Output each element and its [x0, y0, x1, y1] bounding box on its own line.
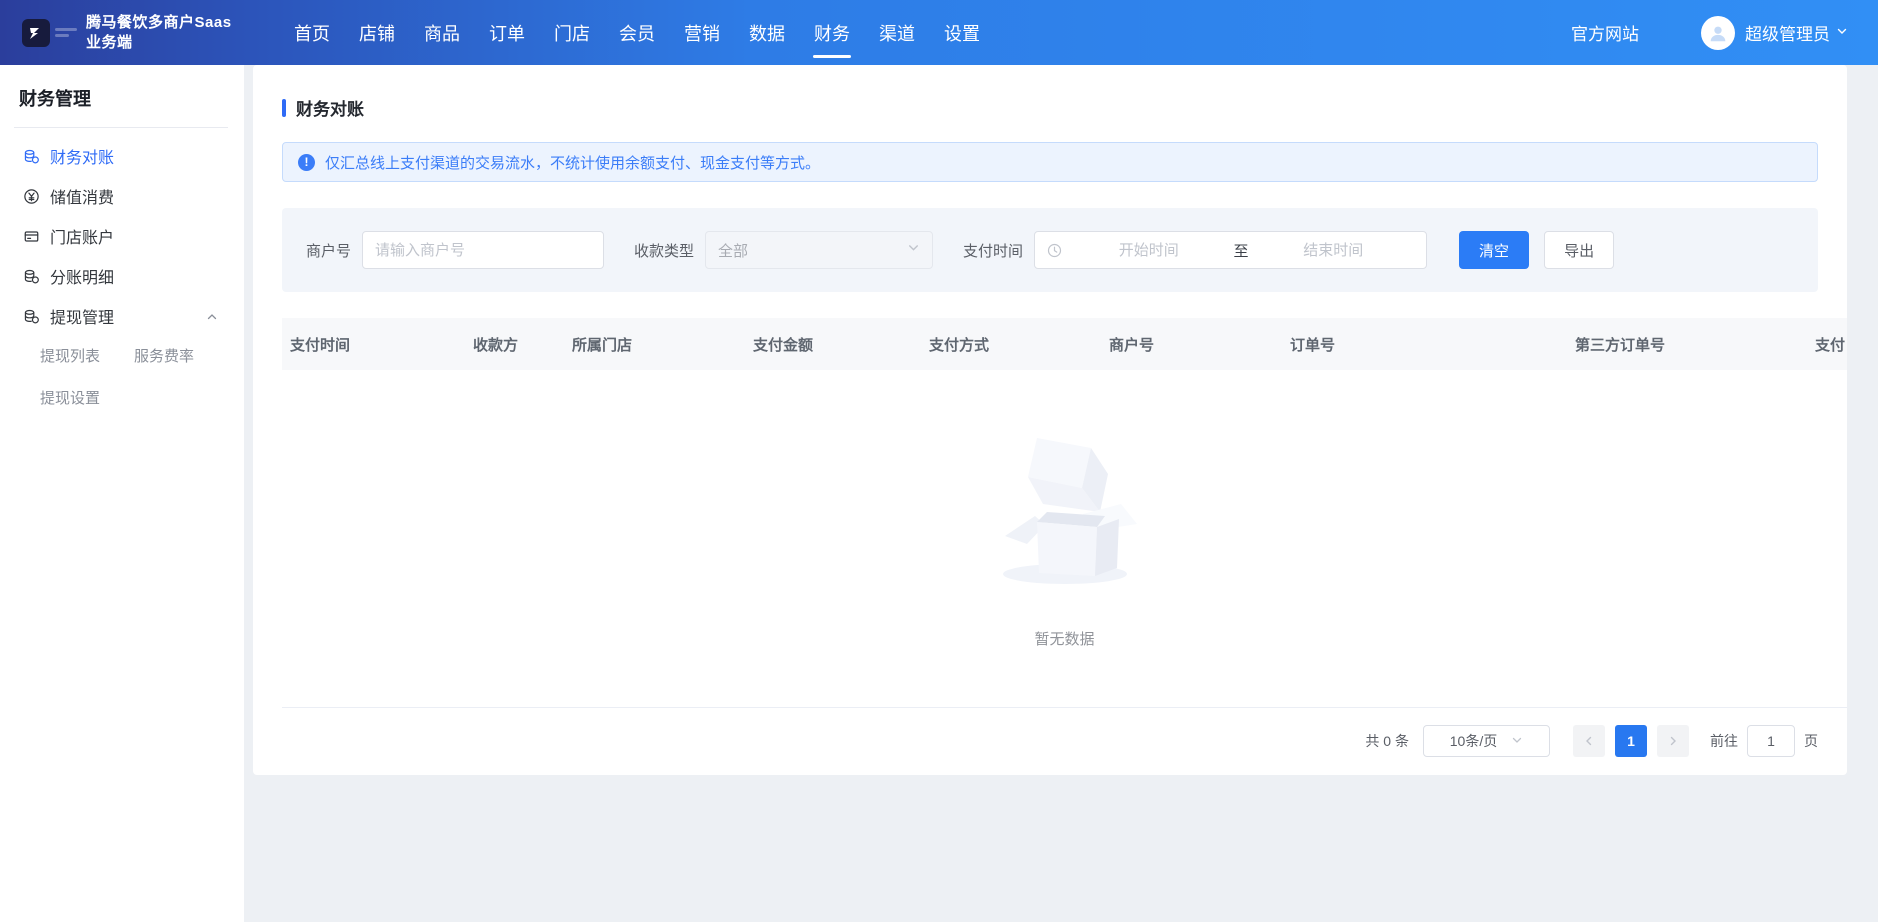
payment-type-select[interactable]: 全部 [705, 231, 933, 269]
sidebar-item-split-detail[interactable]: 分账明细 [0, 256, 244, 296]
topbar-right: 官方网站 超级管理员 [1571, 16, 1878, 50]
goto-page-input[interactable] [1747, 725, 1795, 757]
sidebar-item-stored-value[interactable]: 储值消费 [0, 176, 244, 216]
sidebar-item-label: 提现管理 [50, 304, 114, 328]
info-icon: ! [298, 154, 315, 171]
app-window: 腾马餐饮多商户Saas业务端 首页 店铺 商品 订单 门店 会员 营销 数据 财… [0, 0, 1878, 922]
stored-value-icon [23, 188, 40, 205]
user-avatar [1701, 16, 1735, 50]
payment-time-label: 支付时间 [963, 240, 1023, 261]
payment-type-label: 收款类型 [634, 240, 694, 261]
sidebar-title: 财务管理 [0, 77, 244, 127]
chevron-up-icon[interactable] [206, 310, 218, 328]
title-accent-bar [282, 99, 286, 117]
withdraw-icon [23, 308, 40, 325]
column-header-amount: 支付金额 [753, 334, 929, 355]
column-header-clipped: 支付 [1815, 334, 1847, 355]
sidebar-subitem-service-rate[interactable]: 服务费率 [134, 336, 228, 378]
ledger-icon [23, 148, 40, 165]
sidebar-item-withdraw-management[interactable]: 提现管理 [0, 296, 244, 336]
chevron-down-icon [1511, 733, 1523, 749]
sidebar-item-label: 储值消费 [50, 184, 114, 208]
sidebar-item-label: 门店账户 [50, 224, 114, 248]
sidebar: 财务管理 财务对账 储值消费 门店账户 [0, 65, 244, 922]
sidebar-item-reconciliation[interactable]: 财务对账 [0, 136, 244, 176]
sidebar-item-label: 分账明细 [50, 264, 114, 288]
sidebar-item-store-account[interactable]: 门店账户 [0, 216, 244, 256]
pagination-total: 共 0 条 [1365, 731, 1409, 751]
empty-box-illustration [985, 424, 1145, 588]
export-button[interactable]: 导出 [1544, 231, 1614, 269]
nav-item-members[interactable]: 会员 [619, 0, 655, 65]
nav-item-orders[interactable]: 订单 [489, 0, 525, 65]
brand-mark-decoration [55, 28, 77, 37]
page-size-value: 10条/页 [1450, 731, 1497, 751]
column-header-pay-time: 支付时间 [290, 334, 473, 355]
topbar: 腾马餐饮多商户Saas业务端 首页 店铺 商品 订单 门店 会员 营销 数据 财… [0, 0, 1878, 65]
nav-item-marketing[interactable]: 营销 [684, 0, 720, 65]
official-site-link[interactable]: 官方网站 [1571, 20, 1639, 45]
sidebar-subitem-withdraw-list[interactable]: 提现列表 [40, 336, 134, 378]
start-time-input[interactable] [1068, 242, 1230, 259]
table-header-row: 支付时间 收款方 所属门店 支付金额 支付方式 商户号 订单号 第三方订单号 支… [282, 318, 1847, 370]
store-account-icon [23, 228, 40, 245]
date-range-picker[interactable]: 至 [1034, 231, 1427, 269]
end-time-input[interactable] [1253, 242, 1415, 259]
user-name: 超级管理员 [1745, 20, 1830, 45]
column-header-third-party-order-no: 第三方订单号 [1575, 334, 1815, 355]
app-title: 腾马餐饮多商户Saas业务端 [86, 13, 244, 53]
brand-logo-icon [22, 19, 50, 47]
range-separator: 至 [1230, 240, 1253, 261]
column-header-store: 所属门店 [572, 334, 753, 355]
sidebar-divider [14, 127, 228, 128]
nav-item-channels[interactable]: 渠道 [879, 0, 915, 65]
nav-item-goods[interactable]: 商品 [424, 0, 460, 65]
column-header-payee: 收款方 [473, 334, 572, 355]
top-nav: 首页 店铺 商品 订单 门店 会员 营销 数据 财务 渠道 设置 [294, 0, 1009, 65]
table: 支付时间 收款方 所属门店 支付金额 支付方式 商户号 订单号 第三方订单号 支… [282, 318, 1847, 708]
sidebar-item-label: 财务对账 [50, 144, 114, 168]
nav-item-settings[interactable]: 设置 [944, 0, 980, 65]
merchant-filter: 商户号 [306, 231, 604, 269]
nav-item-shop[interactable]: 店铺 [359, 0, 395, 65]
page-title: 财务对账 [282, 95, 1818, 120]
nav-item-stores[interactable]: 门店 [554, 0, 590, 65]
table-body-empty: 暂无数据 [282, 370, 1847, 708]
merchant-input[interactable] [362, 231, 604, 269]
nav-item-home[interactable]: 首页 [294, 0, 330, 65]
column-header-merchant-no: 商户号 [1109, 334, 1290, 355]
brand: 腾马餐饮多商户Saas业务端 [0, 13, 244, 53]
nav-item-finance[interactable]: 财务 [814, 0, 850, 65]
prev-page-button[interactable] [1573, 725, 1605, 757]
notice-text: 仅汇总线上支付渠道的交易流水，不统计使用余额支付、现金支付等方式。 [325, 152, 820, 173]
split-detail-icon [23, 268, 40, 285]
clock-icon [1047, 243, 1062, 258]
pagination: 共 0 条 10条/页 1 前往 页 [282, 725, 1818, 757]
filter-panel: 商户号 收款类型 全部 支付时间 [282, 208, 1818, 292]
column-header-pay-method: 支付方式 [929, 334, 1109, 355]
clear-button[interactable]: 清空 [1459, 231, 1529, 269]
sidebar-subitem-withdraw-settings[interactable]: 提现设置 [40, 378, 134, 420]
merchant-label: 商户号 [306, 240, 351, 261]
column-header-order-no: 订单号 [1290, 334, 1575, 355]
main-area: 财务对账 ! 仅汇总线上支付渠道的交易流水，不统计使用余额支付、现金支付等方式。… [244, 65, 1878, 922]
page-size-select[interactable]: 10条/页 [1423, 725, 1550, 757]
payment-type-value: 全部 [718, 240, 907, 261]
chevron-down-icon [1836, 24, 1848, 42]
goto-label: 前往 [1710, 731, 1738, 751]
page-suffix: 页 [1804, 731, 1818, 751]
page-number-1[interactable]: 1 [1615, 725, 1647, 757]
content-card: 财务对账 ! 仅汇总线上支付渠道的交易流水，不统计使用余额支付、现金支付等方式。… [253, 65, 1847, 775]
notice-banner: ! 仅汇总线上支付渠道的交易流水，不统计使用余额支付、现金支付等方式。 [282, 142, 1818, 182]
active-nav-underline [813, 55, 851, 58]
next-page-button[interactable] [1657, 725, 1689, 757]
user-menu[interactable]: 超级管理员 [1701, 16, 1848, 50]
chevron-down-icon [907, 241, 920, 259]
nav-item-data[interactable]: 数据 [749, 0, 785, 65]
empty-text: 暂无数据 [1034, 628, 1094, 649]
withdraw-submenu: 提现列表 服务费率 提现设置 [0, 336, 240, 420]
payment-type-filter: 收款类型 全部 [634, 231, 933, 269]
payment-time-filter: 支付时间 至 [963, 231, 1427, 269]
